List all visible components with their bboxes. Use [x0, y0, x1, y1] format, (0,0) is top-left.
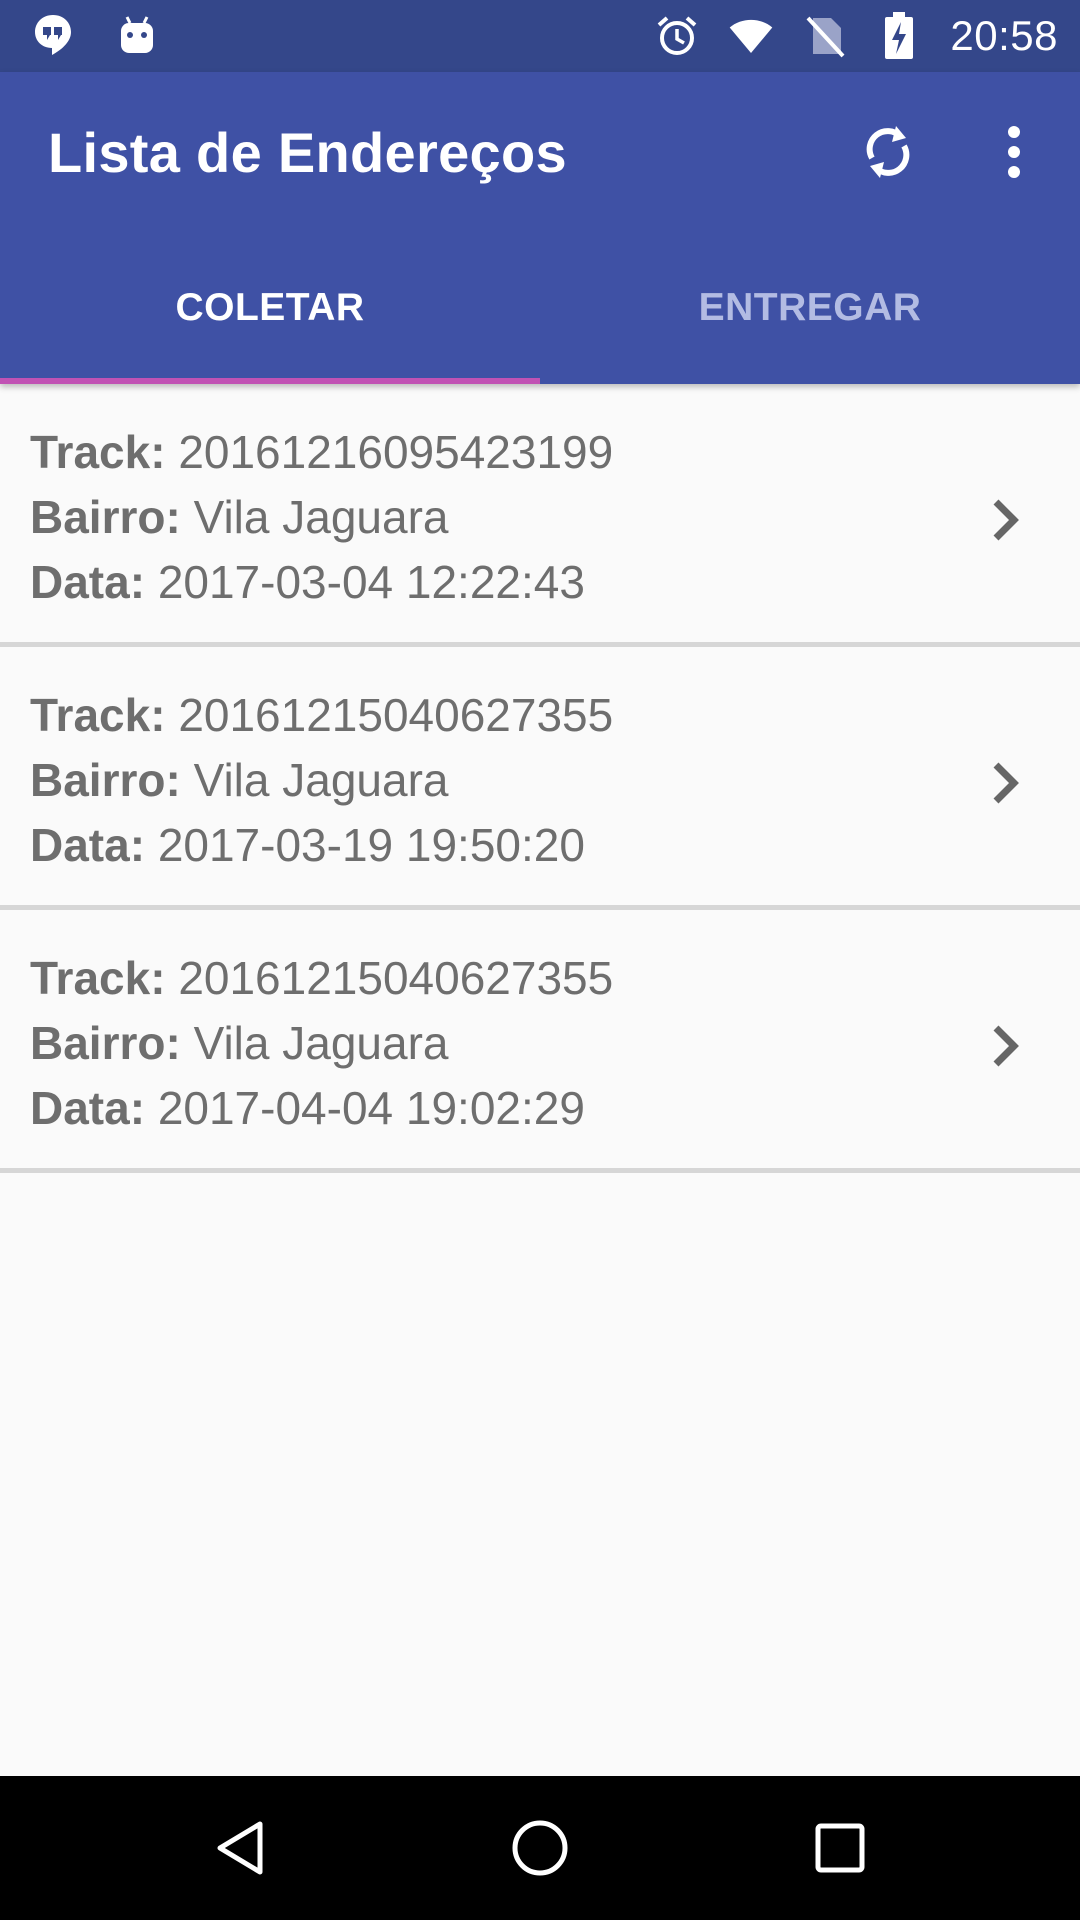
bairro-value: Vila Jaguara	[193, 491, 449, 543]
list-item[interactable]: Track: 20161215040627355 Bairro: Vila Ja…	[0, 910, 1080, 1173]
back-icon	[217, 1821, 263, 1875]
android-icon	[114, 12, 160, 58]
bairro-label: Bairro:	[30, 491, 181, 543]
data-label: Data:	[30, 1082, 146, 1134]
back-button[interactable]	[200, 1808, 280, 1888]
track-label: Track:	[30, 952, 166, 1004]
alarm-icon	[654, 13, 700, 59]
track-label: Track:	[30, 426, 166, 478]
chevron-right-icon	[993, 762, 1019, 804]
list-item[interactable]: Track: 20161215040627355 Bairro: Vila Ja…	[0, 647, 1080, 910]
tab-bar: COLETAR ENTREGAR	[0, 232, 1080, 384]
overflow-menu-button[interactable]	[978, 116, 1050, 188]
data-value: 2017-03-04 12:22:43	[157, 556, 585, 608]
tab-coletar[interactable]: COLETAR	[0, 232, 540, 384]
recents-icon	[815, 1823, 865, 1873]
refresh-icon	[866, 126, 910, 178]
track-value: 20161215040627355	[178, 952, 614, 1004]
refresh-button[interactable]	[852, 116, 924, 188]
battery-charging-icon	[876, 12, 922, 59]
data-value: 2017-04-04 19:02:29	[157, 1082, 585, 1134]
chevron-right-icon	[993, 499, 1019, 541]
bairro-value: Vila Jaguara	[193, 754, 449, 806]
status-time: 20:58	[950, 12, 1058, 59]
data-label: Data:	[30, 556, 146, 608]
track-label: Track:	[30, 689, 166, 741]
bairro-label: Bairro:	[30, 754, 181, 806]
data-value: 2017-03-19 19:50:20	[157, 819, 585, 871]
tab-entregar[interactable]: ENTREGAR	[540, 232, 1080, 384]
home-icon	[512, 1820, 568, 1876]
track-value: 20161216095423199	[178, 426, 614, 478]
recents-button[interactable]	[800, 1808, 880, 1888]
navigation-bar	[0, 1776, 1080, 1920]
address-list: Track: 20161216095423199 Bairro: Vila Ja…	[0, 384, 1080, 1173]
home-button[interactable]	[500, 1808, 580, 1888]
wifi-icon	[728, 13, 774, 59]
page-title: Lista de Endereços	[48, 121, 567, 184]
overflow-menu-icon	[1008, 126, 1020, 178]
chevron-right-icon	[993, 1025, 1019, 1067]
status-bar: 20:58	[0, 0, 1080, 72]
data-label: Data:	[30, 819, 146, 871]
no-sim-icon	[802, 13, 848, 59]
bairro-label: Bairro:	[30, 1017, 181, 1069]
bairro-value: Vila Jaguara	[193, 1017, 449, 1069]
app-bar: Lista de Endereços COLETAR ENTREGAR	[0, 72, 1080, 384]
hangouts-icon	[30, 12, 76, 58]
track-value: 20161215040627355	[178, 689, 614, 741]
list-item[interactable]: Track: 20161216095423199 Bairro: Vila Ja…	[0, 384, 1080, 647]
